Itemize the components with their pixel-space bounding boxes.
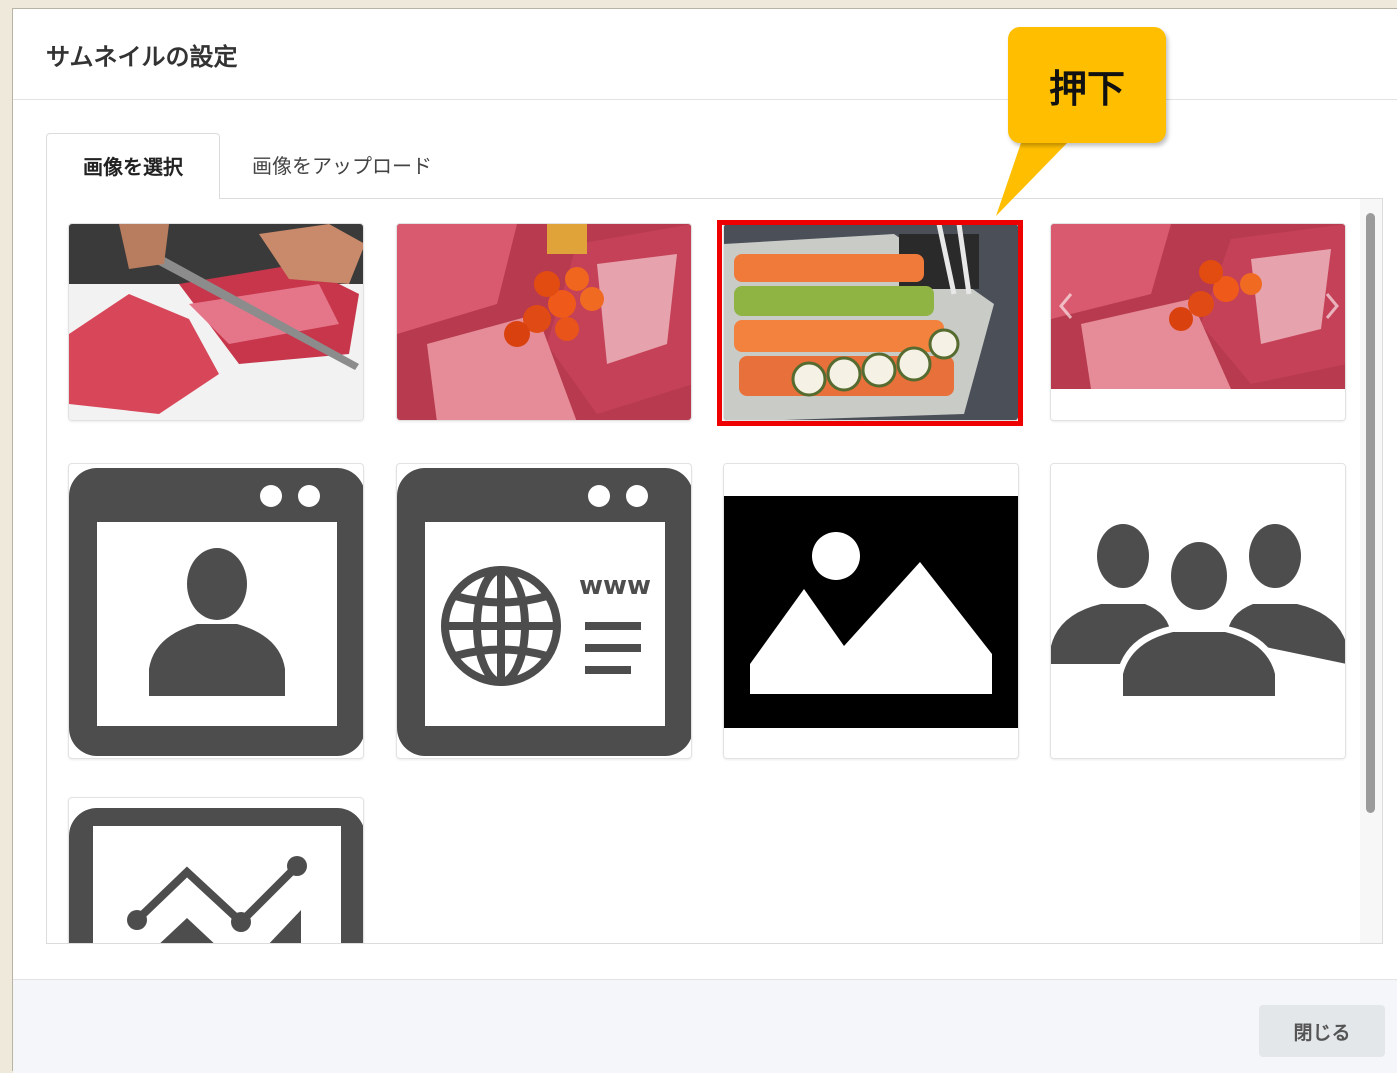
meat-slicing-photo (69, 224, 363, 420)
sushi-rolls-photo (724, 224, 1018, 420)
beef-ikura-carousel-photo (1051, 224, 1345, 420)
grid-scrollbar[interactable] (1360, 199, 1382, 943)
thumbnail-group-users[interactable] (1050, 463, 1346, 759)
beef-ikura-photo (397, 224, 691, 420)
grid-scrollbar-thumb[interactable] (1366, 213, 1375, 813)
thumbnail-image-placeholder[interactable] (723, 463, 1019, 759)
image-placeholder-icon (724, 464, 1018, 758)
group-users-icon (1051, 464, 1345, 758)
tab-upload-image[interactable]: 画像をアップロード (252, 133, 432, 199)
thumbnail-meat-slicing[interactable] (68, 223, 364, 421)
profile-window-icon (69, 468, 363, 756)
thumbnail-profile-window[interactable] (68, 463, 364, 759)
thumbnail-website-window[interactable]: www (396, 463, 692, 759)
thumbnail-beef-ikura[interactable] (396, 223, 692, 421)
tab-select-image[interactable]: 画像を選択 (46, 133, 220, 199)
callout-text: 押下 (1048, 66, 1125, 111)
thumbnail-chart-window[interactable] (68, 797, 364, 943)
press-callout: 押下 (1008, 27, 1166, 143)
tab-bar: 画像を選択 画像をアップロード (46, 133, 1386, 199)
website-window-icon: www (397, 468, 691, 756)
image-grid-panel: www (46, 198, 1383, 944)
thumbnail-settings-modal: サムネイルの設定 画像を選択 画像をアップロード www 閉じる (12, 8, 1397, 1073)
callout-pointer (996, 140, 1070, 216)
chart-window-icon (69, 808, 363, 943)
modal-header: サムネイルの設定 (13, 9, 1397, 100)
modal-footer: 閉じる (13, 979, 1397, 1073)
close-button[interactable]: 閉じる (1259, 1005, 1385, 1057)
modal-title: サムネイルの設定 (46, 43, 238, 71)
thumbnail-beef-ikura-carousel[interactable] (1050, 223, 1346, 421)
www-label: www (579, 571, 651, 601)
thumbnail-sushi-rolls[interactable] (723, 223, 1019, 421)
